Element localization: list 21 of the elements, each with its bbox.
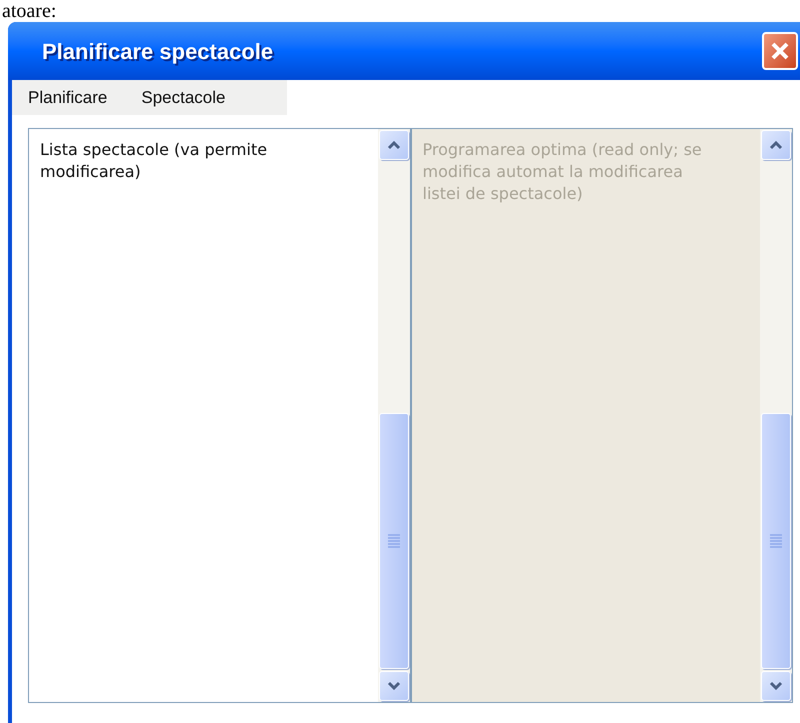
window-title: Planificare spectacole (42, 38, 274, 66)
chevron-down-icon (386, 681, 400, 691)
document-text: atoare: (2, 0, 58, 22)
text-area-content: Programarea optima (read only; se modifica automat la modificarea listei de spectacole) (422, 139, 703, 205)
scroll-thumb[interactable] (378, 413, 408, 669)
scroll-down-button[interactable] (378, 671, 408, 701)
scroll-up-button[interactable] (378, 130, 408, 160)
scroll-up-button[interactable] (761, 130, 791, 160)
scroll-thumb[interactable] (761, 413, 791, 669)
close-icon (770, 41, 790, 61)
text-area[interactable]: Lista spectacole (va permite modificarea) (28, 128, 410, 703)
chevron-up-icon (386, 140, 400, 150)
menu-item[interactable]: Spectacole (141, 84, 226, 110)
grip-icon (770, 534, 782, 548)
menu-item[interactable]: Planificare (28, 84, 108, 110)
grip-icon (388, 534, 400, 548)
text-area-content: Lista spectacole (va permite modificarea) (40, 139, 268, 183)
close-button[interactable] (762, 32, 798, 70)
chevron-down-icon (769, 681, 783, 691)
chevron-up-icon (769, 140, 783, 150)
scroll-down-button[interactable] (761, 671, 791, 701)
